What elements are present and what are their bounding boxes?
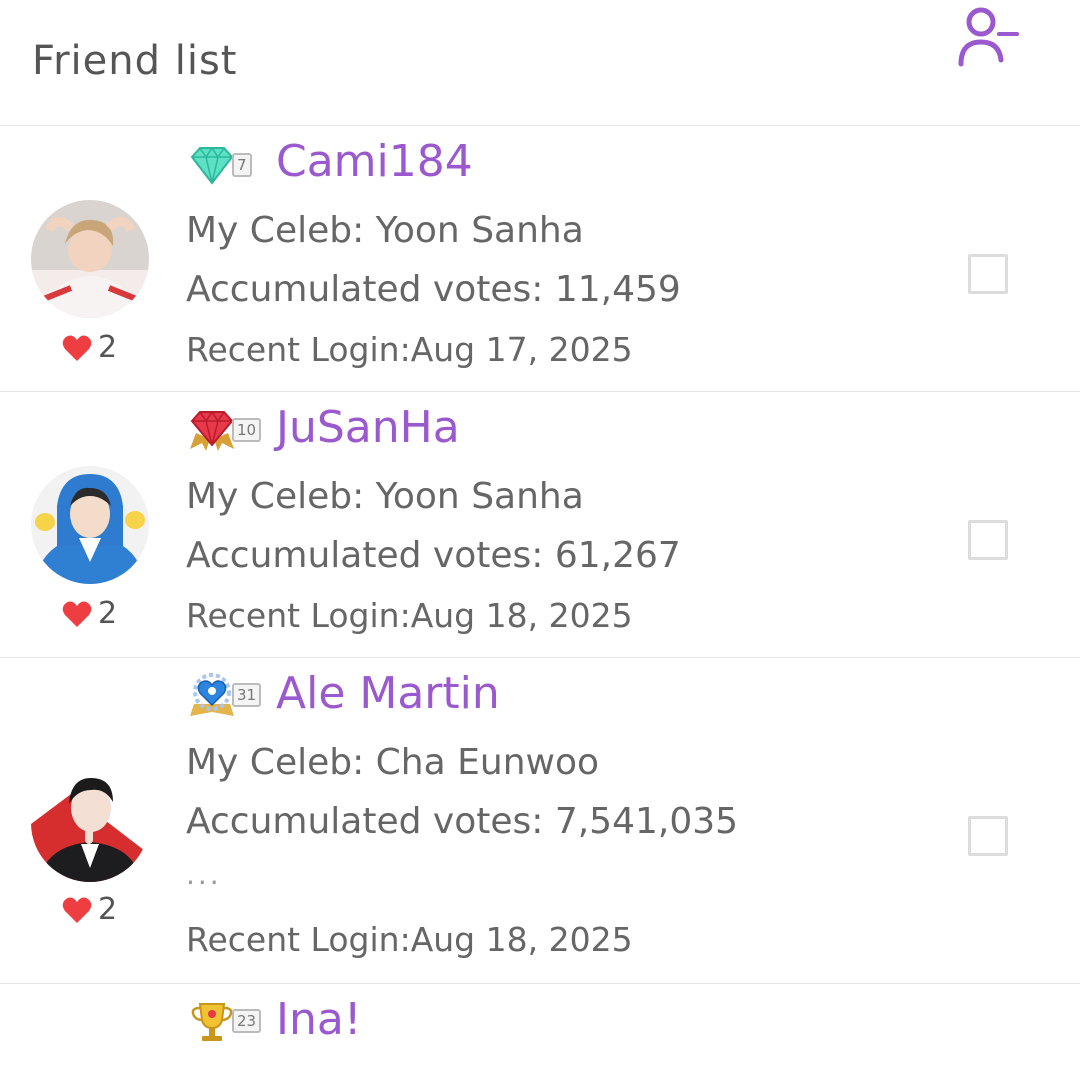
celeb-label: My Celeb: bbox=[186, 742, 376, 783]
login-label: Recent Login: bbox=[186, 596, 411, 635]
login-date: Aug 18, 2025 bbox=[410, 920, 633, 959]
login-line: Recent Login:Aug 18, 2025 bbox=[186, 596, 633, 635]
login-line: Recent Login:Aug 18, 2025 bbox=[186, 920, 633, 959]
level-badge: 7 bbox=[188, 145, 252, 185]
votes-label: Accumulated votes: bbox=[186, 535, 555, 576]
gold-trophy-icon bbox=[191, 1003, 233, 1041]
likes: 2 bbox=[62, 892, 117, 927]
blue-heart-crest-icon bbox=[190, 673, 234, 716]
level-number: 10 bbox=[232, 418, 262, 442]
avatar[interactable] bbox=[31, 764, 149, 882]
votes-line: Accumulated votes: 11,459 bbox=[186, 269, 681, 310]
friend-nickname[interactable]: JuSanHa bbox=[276, 402, 460, 453]
likes-count: 2 bbox=[98, 892, 118, 927]
celeb-label: My Celeb: bbox=[186, 476, 376, 517]
level-badge: 10 bbox=[188, 409, 262, 451]
teal-diamond-icon bbox=[190, 146, 234, 185]
heart-icon bbox=[62, 897, 92, 923]
level-badge: 23 bbox=[188, 998, 262, 1044]
remove-friend-icon[interactable] bbox=[955, 4, 1021, 70]
login-date: Aug 17, 2025 bbox=[410, 330, 633, 369]
avatar[interactable] bbox=[31, 466, 149, 584]
votes-value: 61,267 bbox=[554, 535, 681, 576]
select-checkbox[interactable] bbox=[968, 520, 1008, 560]
votes-value: 11,459 bbox=[554, 269, 681, 310]
header: Friend list bbox=[0, 0, 1080, 126]
celeb-line: My Celeb: Yoon Sanha bbox=[186, 476, 584, 517]
heart-icon bbox=[62, 601, 92, 627]
friend-row[interactable]: 31 Ale Martin 2 My Celeb: Cha Eunwoo Acc… bbox=[0, 658, 1080, 984]
likes: 2 bbox=[62, 596, 117, 631]
more-indicator: ... bbox=[186, 858, 222, 891]
login-date: Aug 18, 2025 bbox=[410, 596, 633, 635]
likes: 2 bbox=[62, 330, 117, 365]
level-number: 7 bbox=[232, 153, 252, 177]
celeb-line: My Celeb: Cha Eunwoo bbox=[186, 742, 599, 783]
celeb-name: Cha Eunwoo bbox=[375, 742, 600, 783]
friend-nickname[interactable]: Cami184 bbox=[276, 136, 473, 187]
login-line: Recent Login:Aug 17, 2025 bbox=[186, 330, 633, 369]
avatar[interactable] bbox=[31, 200, 149, 318]
red-gem-icon bbox=[190, 410, 234, 451]
votes-line: Accumulated votes: 7,541,035 bbox=[186, 801, 738, 842]
page-title: Friend list bbox=[32, 38, 238, 84]
celeb-name: Yoon Sanha bbox=[375, 476, 584, 517]
friend-nickname[interactable]: Ale Martin bbox=[276, 668, 500, 719]
select-checkbox[interactable] bbox=[968, 816, 1008, 856]
votes-label: Accumulated votes: bbox=[186, 801, 555, 842]
celeb-name: Yoon Sanha bbox=[375, 210, 584, 251]
votes-value: 7,541,035 bbox=[554, 801, 739, 842]
heart-icon bbox=[62, 335, 92, 361]
votes-label: Accumulated votes: bbox=[186, 269, 555, 310]
level-number: 23 bbox=[232, 1009, 262, 1033]
level-badge: 31 bbox=[188, 672, 262, 718]
friend-row[interactable]: 7 Cami184 2 My Celeb: Yoon Sanha Accumul… bbox=[0, 126, 1080, 392]
login-label: Recent Login: bbox=[186, 330, 411, 369]
celeb-label: My Celeb: bbox=[186, 210, 376, 251]
likes-count: 2 bbox=[98, 330, 118, 365]
votes-line: Accumulated votes: 61,267 bbox=[186, 535, 681, 576]
friend-nickname[interactable]: Ina! bbox=[276, 994, 361, 1045]
level-number: 31 bbox=[232, 683, 262, 707]
friend-row[interactable]: 10 JuSanHa 2 My Celeb: Yoon Sanha Accumu… bbox=[0, 392, 1080, 658]
celeb-line: My Celeb: Yoon Sanha bbox=[186, 210, 584, 251]
login-label: Recent Login: bbox=[186, 920, 411, 959]
likes-count: 2 bbox=[98, 596, 118, 631]
select-checkbox[interactable] bbox=[968, 254, 1008, 294]
friend-row[interactable]: 23 Ina! bbox=[0, 984, 1080, 1080]
